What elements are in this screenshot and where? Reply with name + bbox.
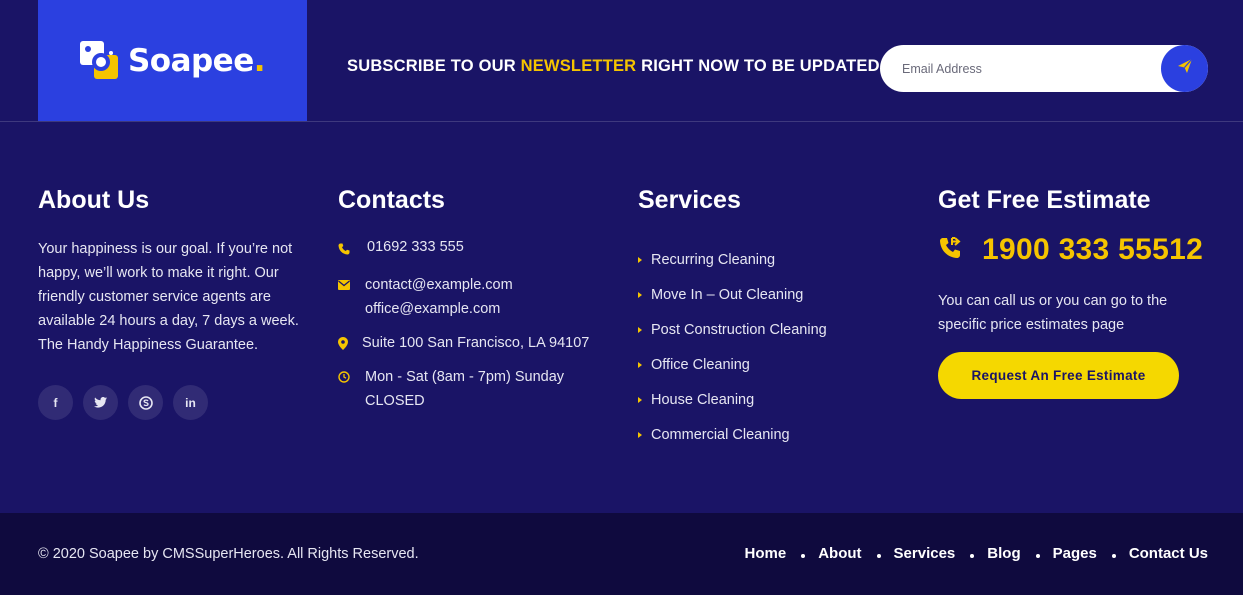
footer-bottom-bar: © 2020 Soapee by CMSSuperHeroes. All Rig… [0, 513, 1243, 595]
service-item-office[interactable]: Office Cleaning [638, 347, 827, 382]
logo-mark-icon [79, 40, 120, 81]
nav-separator-dot [1111, 553, 1116, 558]
estimate-column: Get Free Estimate 1900 333 55512 You can… [938, 186, 1208, 399]
newsletter-heading: SUBSCRIBE TO OUR NEWSLETTER RIGHT NOW TO… [347, 57, 885, 76]
service-label: House Cleaning [651, 391, 755, 408]
linkedin-icon[interactable]: in [173, 385, 208, 420]
footer-nav-item: Contact Us [1129, 545, 1208, 562]
service-item-recurring[interactable]: Recurring Cleaning [638, 242, 827, 277]
footer-nav: Home About Services Blog Pages Contact U… [745, 545, 1208, 562]
footer-nav-services[interactable]: Services [894, 545, 956, 562]
footer-nav-item: Pages [1053, 545, 1129, 562]
brand-name: Soapee [127, 42, 254, 79]
phone-forward-icon [938, 236, 962, 265]
contact-email: contact@example.com office@example.com [338, 273, 589, 321]
newsletter-bar: Soapee. SUBSCRIBE TO OUR NEWSLETTER RIGH… [0, 0, 1243, 122]
service-item-post-construction[interactable]: Post Construction Cleaning [638, 312, 827, 347]
contacts-title: Contacts [338, 186, 445, 214]
brand-dot: . [253, 42, 266, 79]
about-title: About Us [38, 186, 150, 214]
footer-nav-about[interactable]: About [818, 545, 861, 562]
service-item-commercial[interactable]: Commercial Cleaning [638, 417, 827, 452]
footer-nav-item: Home [745, 545, 819, 562]
logo[interactable]: Soapee. [38, 0, 307, 121]
twitter-icon[interactable] [83, 385, 118, 420]
newsletter-form [880, 45, 1208, 92]
contact-list: 01692 333 555 contact@example.com office… [338, 237, 589, 413]
contact-phone-text[interactable]: 01692 333 555 [367, 237, 464, 257]
nav-separator-dot [876, 553, 881, 558]
caret-right-icon [638, 326, 642, 333]
footer-nav-item: Blog [987, 545, 1052, 562]
nav-separator-dot [1035, 553, 1040, 558]
newsletter-text-after: RIGHT NOW TO BE UPDATED. [636, 57, 885, 75]
logo-text: Soapee. [127, 42, 266, 79]
footer-nav-blog[interactable]: Blog [987, 545, 1020, 562]
contact-hours: Mon - Sat (8am - 7pm) Sunday CLOSED [338, 365, 589, 413]
envelope-icon [338, 273, 358, 297]
caret-right-icon [638, 396, 642, 403]
newsletter-text-before: SUBSCRIBE TO OUR [347, 57, 521, 75]
service-label: Office Cleaning [651, 356, 750, 373]
services-list: Recurring Cleaning Move In – Out Cleanin… [638, 242, 827, 452]
contacts-column: Contacts 01692 333 555 contact@example.c… [338, 186, 589, 423]
email-input[interactable] [902, 59, 1152, 79]
request-estimate-button[interactable]: Request An Free Estimate [938, 352, 1179, 399]
contact-email-2[interactable]: office@example.com [365, 297, 513, 321]
footer-nav-item: Services [894, 545, 988, 562]
contact-hours-line-1: Mon - Sat (8am - 7pm) Sunday [365, 369, 565, 385]
estimate-text: You can call us or you can go to the spe… [938, 293, 1168, 333]
caret-right-icon [638, 291, 642, 298]
caret-right-icon [638, 361, 642, 368]
map-pin-icon [338, 331, 358, 355]
phone-icon [338, 237, 358, 261]
contact-address: Suite 100 San Francisco, LA 94107 [338, 331, 589, 355]
facebook-icon[interactable]: f [38, 385, 73, 420]
services-title: Services [638, 186, 741, 214]
contact-hours-line-2: CLOSED [365, 393, 425, 409]
nav-separator-dot [970, 553, 975, 558]
paper-plane-icon [1176, 57, 1194, 80]
estimate-phone[interactable]: 1900 333 55512 [938, 233, 1208, 267]
service-label: Commercial Cleaning [651, 426, 790, 443]
estimate-phone-number: 1900 333 55512 [982, 233, 1204, 266]
contact-phone: 01692 333 555 [338, 237, 589, 261]
service-label: Move In – Out Cleaning [651, 286, 804, 303]
caret-right-icon [638, 256, 642, 263]
service-item-house[interactable]: House Cleaning [638, 382, 827, 417]
nav-separator-dot [801, 553, 806, 558]
contact-address-text: Suite 100 San Francisco, LA 94107 [362, 335, 590, 351]
footer-nav-item: About [818, 545, 893, 562]
about-text: Your happiness is our goal. If you’re no… [38, 241, 299, 353]
services-column: Services Recurring Cleaning Move In – Ou… [638, 186, 827, 452]
skype-icon[interactable] [128, 385, 163, 420]
service-label: Recurring Cleaning [651, 251, 776, 268]
service-item-move-in-out[interactable]: Move In – Out Cleaning [638, 277, 827, 312]
subscribe-button[interactable] [1161, 45, 1208, 92]
contact-email-1[interactable]: contact@example.com [365, 273, 513, 297]
footer-nav-home[interactable]: Home [745, 545, 787, 562]
social-links: f in [38, 385, 313, 420]
caret-right-icon [638, 431, 642, 438]
service-label: Post Construction Cleaning [651, 321, 827, 338]
newsletter-highlight: NEWSLETTER [520, 57, 637, 75]
footer-nav-pages[interactable]: Pages [1053, 545, 1097, 562]
clock-icon [338, 365, 358, 389]
copyright-text: © 2020 Soapee by CMSSuperHeroes. All Rig… [38, 546, 419, 562]
footer-nav-contact-us[interactable]: Contact Us [1129, 545, 1208, 562]
about-column: About Us Your happiness is our goal. If … [38, 186, 313, 420]
estimate-title: Get Free Estimate [938, 186, 1151, 214]
